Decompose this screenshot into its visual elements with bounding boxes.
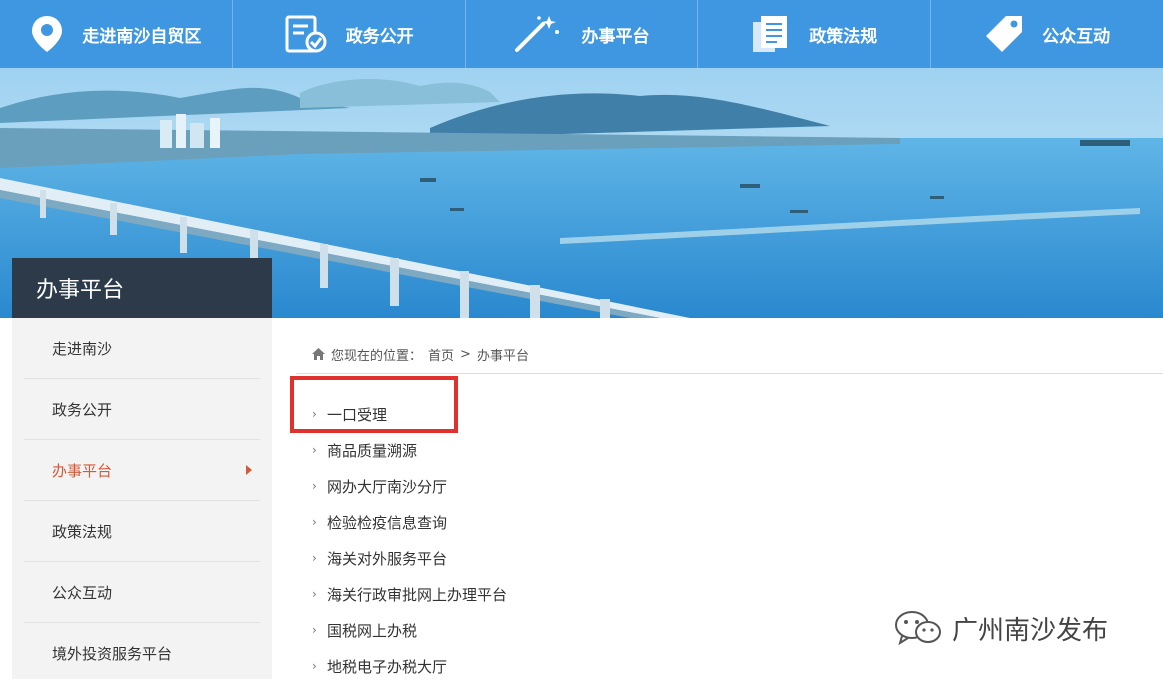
sidebar-item-government-affairs[interactable]: 政务公开 xyxy=(24,379,260,440)
breadcrumb-separator: > xyxy=(460,346,471,362)
chevron-right-icon: › xyxy=(312,479,317,493)
service-link-national-tax[interactable]: › 国税网上办税 xyxy=(312,612,507,648)
nav-item-public-interaction[interactable]: 公众互动 xyxy=(931,0,1163,68)
nav-label: 办事平台 xyxy=(581,26,650,47)
chevron-right-icon: › xyxy=(312,443,317,457)
nav-label: 政策法规 xyxy=(809,26,878,47)
service-link-label: 海关行政审批网上办理平台 xyxy=(327,585,508,604)
home-icon xyxy=(312,348,325,360)
divider xyxy=(296,373,1163,374)
document-check-icon xyxy=(285,15,327,53)
sidebar-item-overseas-investment[interactable]: 境外投资服务平台 xyxy=(24,623,260,684)
service-link-product-traceability[interactable]: › 商品质量溯源 xyxy=(312,432,507,468)
service-link-customs-service[interactable]: › 海关对外服务平台 xyxy=(312,540,507,576)
nav-item-policies-regulations[interactable]: 政策法规 xyxy=(698,0,932,68)
breadcrumb-current[interactable]: 办事平台 xyxy=(477,345,529,364)
magic-wand-icon xyxy=(515,16,560,52)
sidebar-item-policies[interactable]: 政策法规 xyxy=(24,501,260,562)
breadcrumb: 您现在的位置： 首页 > 办事平台 xyxy=(312,344,529,364)
chevron-right-icon: › xyxy=(312,551,317,565)
documents-icon xyxy=(753,16,788,52)
nav-label: 公众互动 xyxy=(1042,26,1111,47)
watermark: 广州南沙发布 xyxy=(894,608,1108,648)
wechat-logo-icon xyxy=(895,611,941,646)
service-link-online-hall[interactable]: › 网办大厅南沙分厅 xyxy=(312,468,507,504)
service-link-label: 商品质量溯源 xyxy=(327,441,418,460)
chevron-right-icon: › xyxy=(312,515,317,529)
top-navigation: 走进南沙自贸区 政务公开 办事平台 政策法规 公众互动 xyxy=(0,0,1163,68)
watermark-text: 广州南沙发布 xyxy=(952,615,1109,646)
section-title: 办事平台 xyxy=(12,258,272,318)
sidebar-item-label: 政策法规 xyxy=(52,522,113,541)
chevron-right-icon: › xyxy=(312,587,317,601)
sidebar-item-label: 公众互动 xyxy=(52,583,113,602)
location-pin-icon xyxy=(32,16,63,52)
breadcrumb-home-link[interactable]: 首页 xyxy=(428,345,454,364)
service-link-label: 检验检疫信息查询 xyxy=(327,513,448,532)
sidebar-item-label: 走进南沙 xyxy=(52,339,113,358)
service-link-inspection-query[interactable]: › 检验检疫信息查询 xyxy=(312,504,507,540)
sidebar-item-service-platform[interactable]: 办事平台 xyxy=(24,440,260,501)
service-list: › 一口受理 › 商品质量溯源 › 网办大厅南沙分厅 › 检验检疫信息查询 › … xyxy=(312,396,507,684)
service-link-customs-approval[interactable]: › 海关行政审批网上办理平台 xyxy=(312,576,507,612)
tag-icon xyxy=(986,16,1023,52)
sidebar-item-label: 境外投资服务平台 xyxy=(52,645,173,663)
service-link-label: 海关对外服务平台 xyxy=(327,549,448,568)
breadcrumb-prefix: 您现在的位置： xyxy=(331,348,423,364)
caret-right-icon xyxy=(246,465,252,475)
sidebar-item-label: 办事平台 xyxy=(52,461,113,480)
nav-label: 政务公开 xyxy=(345,26,414,47)
highlight-annotation-box xyxy=(290,376,458,433)
nav-label: 走进南沙自贸区 xyxy=(82,26,202,47)
chevron-right-icon: › xyxy=(312,659,317,673)
sidebar: 走进南沙 政务公开 办事平台 政策法规 公众互动 境外投资服务平台 xyxy=(12,318,272,679)
chevron-right-icon: › xyxy=(312,623,317,637)
nav-item-service-platform[interactable]: 办事平台 xyxy=(466,0,699,68)
nav-item-nansha-ftz[interactable]: 走进南沙自贸区 xyxy=(0,0,233,68)
service-link-label: 国税网上办税 xyxy=(327,621,418,640)
nav-item-government-affairs[interactable]: 政务公开 xyxy=(233,0,466,68)
service-link-label: 地税电子办税大厅 xyxy=(327,657,448,676)
service-link-label: 网办大厅南沙分厅 xyxy=(327,477,448,496)
sidebar-item-public-interaction[interactable]: 公众互动 xyxy=(24,562,260,623)
sidebar-item-label: 政务公开 xyxy=(52,400,113,419)
sidebar-item-enter-nansha[interactable]: 走进南沙 xyxy=(24,318,260,379)
